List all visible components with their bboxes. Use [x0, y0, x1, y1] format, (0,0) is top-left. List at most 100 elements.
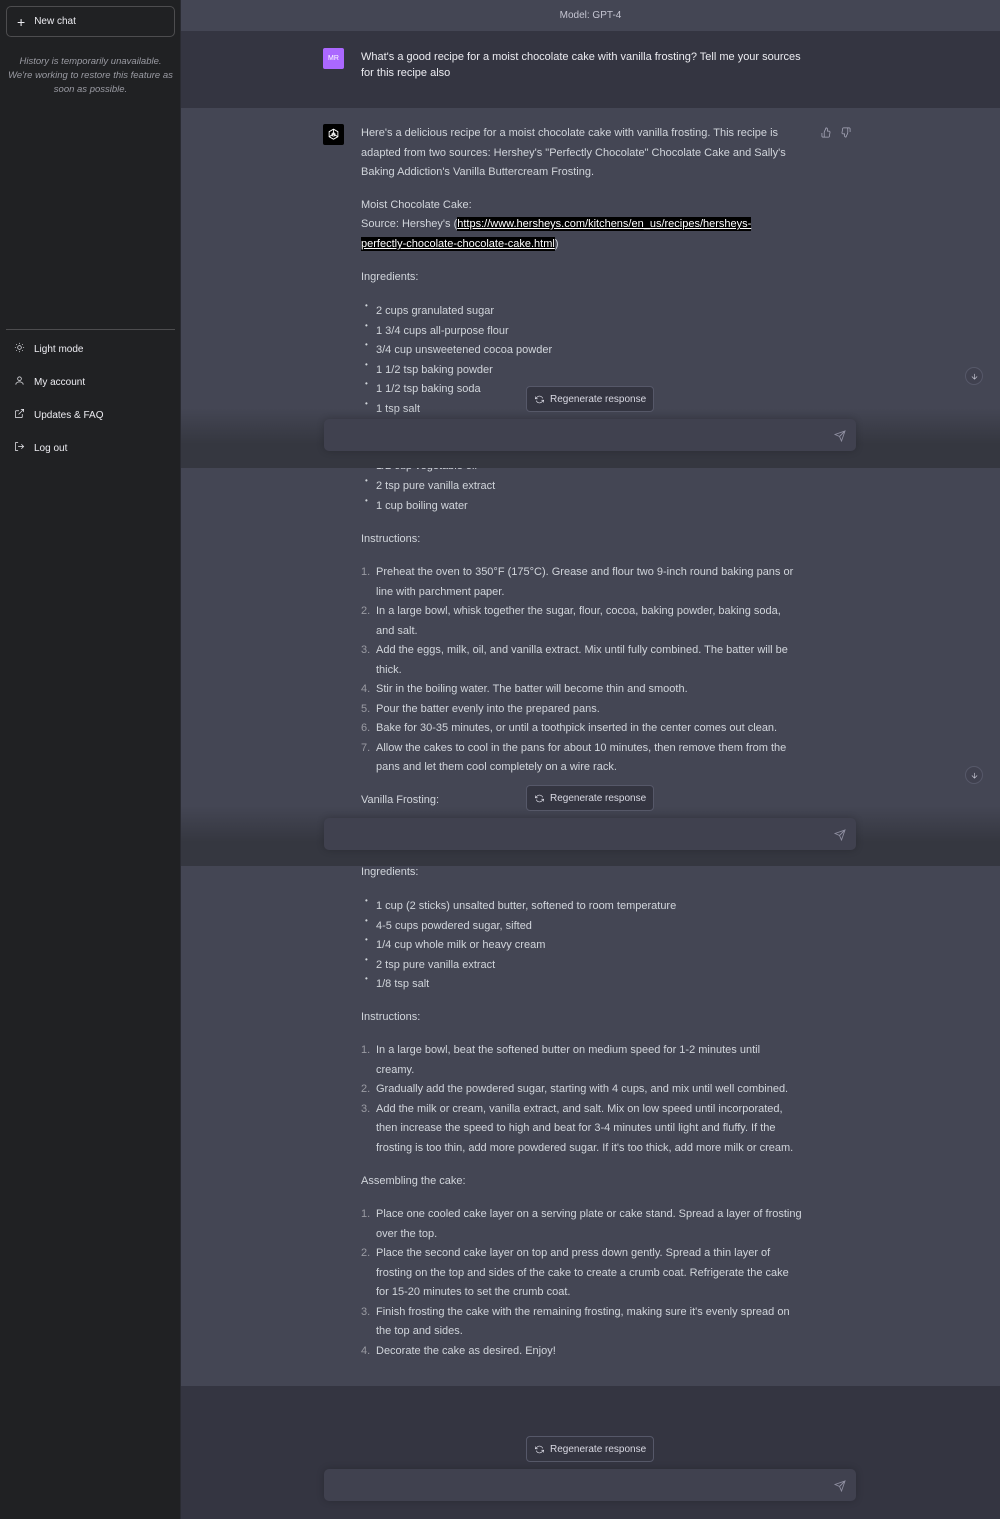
step-line: frosting is too thin, add more powdered … — [376, 1141, 794, 1154]
feedback-buttons — [821, 125, 851, 143]
step-line: for 15-20 minutes to set the crumb coat. — [376, 1286, 571, 1298]
send-icon[interactable] — [833, 1479, 846, 1493]
bullet-marker: • — [365, 398, 368, 408]
step-line: Pour the batter evenly into the prepared… — [376, 702, 600, 715]
step-line: then increase the speed to high and beat… — [376, 1122, 776, 1134]
paragraph-line: adapted from two sources: Hershey's "Per… — [361, 146, 786, 159]
paragraph-line: Here's a delicious recipe for a moist ch… — [361, 127, 779, 139]
step-line: Add the milk or cream, vanilla extract, … — [376, 1102, 783, 1115]
arrow-down-icon — [971, 373, 977, 380]
message-input[interactable] — [324, 818, 856, 850]
step-line: Stir in the boiling water. The batter wi… — [376, 683, 688, 695]
list-item: 1 3/4 cups all-purpose flour — [376, 324, 509, 337]
bullet-marker: • — [365, 915, 368, 925]
user-icon — [14, 375, 25, 389]
step-line: Preheat the oven to 350°F (175°C). Greas… — [376, 566, 794, 578]
bullet-marker: • — [365, 340, 368, 349]
sidebar-item-light-mode[interactable]: Light mode — [6, 335, 175, 363]
regenerate-response-button[interactable]: Regenerate response — [526, 785, 654, 811]
source-line: perfectly-chocolate-chocolate-cake.html) — [361, 236, 558, 252]
sun-icon — [14, 342, 25, 356]
step-line: Gradually add the powdered sugar, starti… — [376, 1083, 789, 1095]
paragraph-line: Baking Addiction's Vanilla Buttercream F… — [361, 166, 595, 178]
refresh-icon — [535, 395, 544, 403]
list-number: 1. — [361, 1208, 371, 1220]
bullet-marker: • — [365, 896, 368, 905]
message-input-box[interactable] — [324, 818, 856, 850]
regenerate-response-button[interactable]: Regenerate response — [526, 386, 654, 412]
list-item: 4-5 cups powdered sugar, sifted — [376, 919, 532, 932]
source-suffix: ) — [554, 238, 559, 250]
refresh-icon — [535, 1445, 544, 1453]
step-line: Allow the cakes to cool in the pans for … — [376, 741, 787, 754]
section-heading: Instructions: — [361, 533, 421, 545]
list-item: 1 1/2 tsp baking powder — [376, 363, 493, 376]
bullet-marker: • — [365, 476, 368, 485]
sidebar-item-log-out[interactable]: Log out — [6, 434, 175, 462]
step-line: the top and sides. — [376, 1325, 463, 1337]
list-item: 1/8 tsp salt — [376, 978, 430, 990]
arrow-down-icon — [971, 772, 977, 779]
model-header: Model: GPT-4 — [181, 0, 1000, 31]
refresh-icon — [535, 794, 544, 802]
user-message-line: What's a good recipe for a moist chocola… — [361, 51, 801, 63]
regenerate-response-button[interactable]: Regenerate response — [526, 1436, 654, 1462]
list-number: 1. — [361, 1044, 371, 1056]
list-item: 3/4 cup unsweetened cocoa powder — [376, 344, 553, 356]
send-icon[interactable] — [833, 429, 846, 443]
list-number: 4. — [361, 683, 371, 695]
chat-main: Model: GPT-4 MR What's a good recipe for… — [181, 0, 1000, 1519]
regenerate-label: Regenerate response — [550, 792, 647, 804]
section-heading: Ingredients: — [361, 866, 419, 878]
bullet-marker: • — [365, 379, 368, 388]
source-link[interactable]: https://www.hersheys.com/kitchens/en_us/… — [457, 217, 752, 231]
scroll-down-button[interactable] — [965, 766, 983, 784]
list-item: 1/4 cup whole milk or heavy cream — [376, 939, 546, 951]
bullet-marker: • — [365, 320, 368, 330]
regenerate-label: Regenerate response — [550, 1443, 647, 1455]
step-line: Finish frosting the cake with the remain… — [376, 1305, 790, 1318]
list-item: 2 cups granulated sugar — [376, 305, 495, 317]
sidebar-item-label: Light mode — [34, 343, 84, 355]
bullet-marker: • — [365, 495, 368, 505]
step-line: pans and let them cool completely on a w… — [376, 761, 617, 773]
new-chat-button[interactable]: + New chat — [6, 6, 175, 37]
new-chat-label: New chat — [34, 16, 76, 27]
source-prefix: Source: Hershey's ( — [361, 218, 458, 230]
list-number: 4. — [361, 1344, 371, 1357]
send-icon[interactable] — [833, 828, 846, 842]
bullet-marker: • — [365, 359, 368, 369]
logout-icon — [14, 441, 25, 455]
sidebar-item-updates-faq[interactable]: Updates & FAQ — [6, 401, 175, 429]
step-line: over the top. — [376, 1227, 438, 1240]
thumbs-up-icon[interactable] — [821, 125, 832, 143]
section-heading: Moist Chocolate Cake: — [361, 199, 472, 211]
thumbs-down-icon[interactable] — [840, 125, 851, 143]
list-number: 7. — [361, 741, 371, 754]
openai-logo-icon — [328, 128, 339, 140]
list-number: 2. — [361, 1247, 371, 1259]
step-line: Place the second cake layer on top and p… — [376, 1247, 771, 1259]
message-input-box[interactable] — [324, 1469, 856, 1501]
bullet-marker: • — [365, 301, 368, 310]
sidebar-item-label: My account — [34, 376, 86, 388]
step-line: frosting on the top and sides of the cak… — [376, 1266, 789, 1279]
user-message: What's a good recipe for a moist chocola… — [361, 49, 821, 81]
message-input-box[interactable] — [324, 419, 856, 451]
source-link[interactable]: perfectly-chocolate-chocolate-cake.html — [361, 237, 555, 251]
user-avatar: MR — [323, 48, 344, 69]
message-input[interactable] — [324, 1469, 856, 1501]
step-line: In a large bowl, whisk together the suga… — [376, 605, 781, 617]
step-line: line with parchment paper. — [376, 585, 505, 598]
message-input[interactable] — [324, 419, 856, 451]
list-number: 6. — [361, 722, 371, 734]
regenerate-label: Regenerate response — [550, 393, 647, 405]
step-line: Add the eggs, milk, oil, and vanilla ext… — [376, 644, 788, 656]
sidebar-item-my-account[interactable]: My account — [6, 368, 175, 396]
list-item: 1 cup boiling water — [376, 499, 468, 512]
bullet-marker: • — [365, 974, 368, 983]
bullet-marker: • — [365, 935, 368, 944]
scroll-down-button[interactable] — [965, 367, 983, 385]
sidebar: + New chat History is temporarily unavai… — [0, 0, 181, 1519]
step-line: creamy. — [376, 1063, 415, 1076]
